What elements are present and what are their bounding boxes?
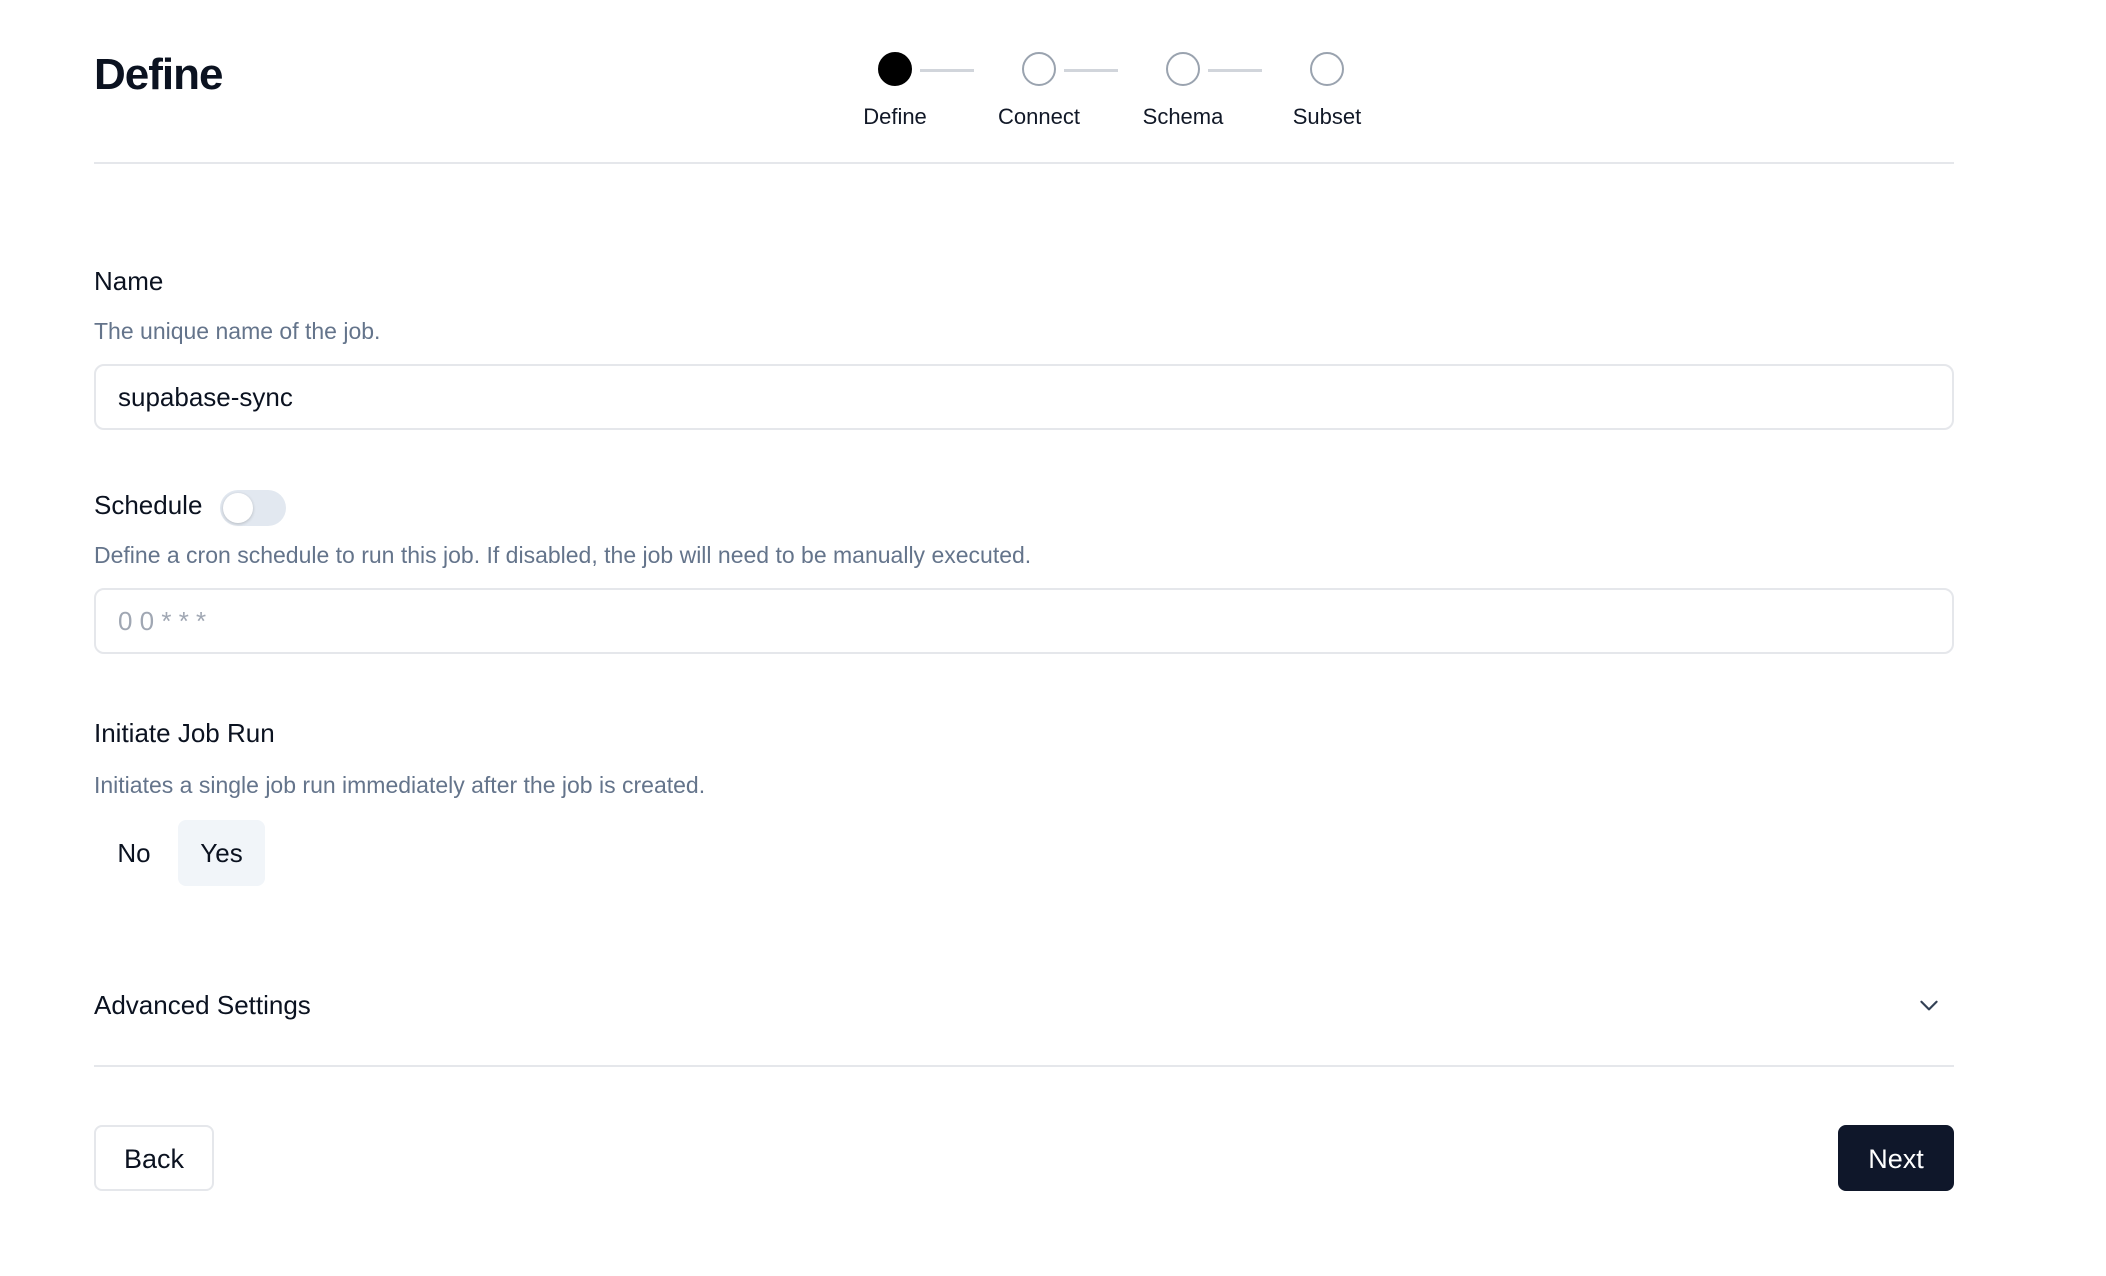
step-label: Schema	[1142, 104, 1224, 129]
name-label: Name	[94, 266, 164, 296]
step-define: Define	[820, 52, 970, 130]
initiate-job-run-description: Initiates a single job run immediately a…	[94, 772, 706, 798]
step-connect: Connect	[964, 52, 1114, 130]
advanced-settings-label: Advanced Settings	[94, 990, 311, 1020]
schedule-toggle[interactable]	[220, 490, 286, 526]
toggle-knob	[223, 493, 253, 523]
chevron-down-icon	[1920, 1000, 1938, 1011]
back-button[interactable]: Back	[94, 1125, 214, 1191]
initiate-job-run-label: Initiate Job Run	[94, 718, 275, 748]
schedule-label: Schedule	[94, 490, 203, 520]
stepper: Define Connect Schema Subset	[820, 52, 1361, 142]
name-description: The unique name of the job.	[94, 318, 381, 344]
initiate-no-option[interactable]: No	[94, 820, 174, 886]
schedule-description: Define a cron schedule to run this job. …	[94, 542, 1032, 568]
step-label: Define	[863, 104, 927, 129]
step-dot	[1310, 52, 1344, 86]
cron-schedule-input[interactable]	[94, 588, 1954, 654]
job-define-page: Define Define Connect Schema Subset Name…	[0, 0, 2106, 1276]
step-dot	[1166, 52, 1200, 86]
step-label: Subset	[1292, 104, 1362, 129]
step-schema: Schema	[1108, 52, 1258, 130]
step-dot	[1022, 52, 1056, 86]
advanced-divider	[94, 1065, 1954, 1067]
advanced-settings-accordion[interactable]: Advanced Settings	[94, 970, 1954, 1046]
header-divider	[94, 162, 1954, 164]
initiate-yes-option[interactable]: Yes	[178, 820, 265, 886]
next-button[interactable]: Next	[1838, 1125, 1954, 1191]
page-title: Define	[94, 50, 223, 99]
step-active-dot	[878, 52, 912, 86]
step-label: Connect	[998, 104, 1080, 129]
name-input[interactable]	[94, 364, 1954, 430]
step-subset: Subset	[1252, 52, 1402, 130]
